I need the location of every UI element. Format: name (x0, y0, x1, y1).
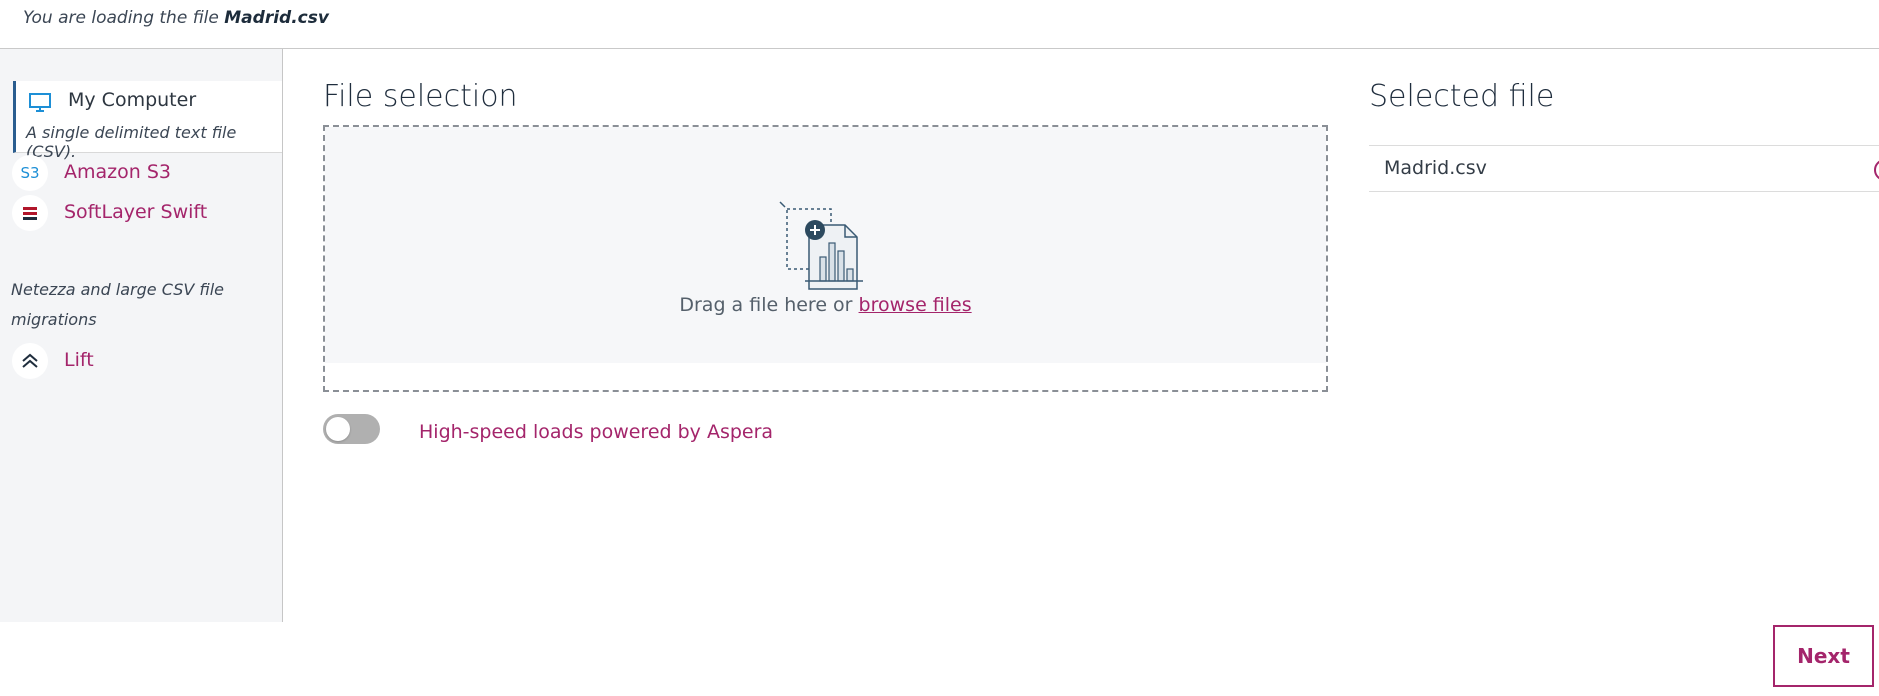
next-button[interactable]: Next (1773, 625, 1874, 687)
migration-note: Netezza and large CSV file migrations (11, 280, 224, 329)
stack-icon (12, 195, 48, 231)
sidebar-item-label: Lift (64, 349, 94, 371)
sidebar-item-label: My Computer (68, 89, 197, 111)
chevron-up-icon (12, 343, 48, 379)
sidebar-item-label: Amazon S3 (64, 161, 171, 183)
file-drop-zone[interactable]: Drag a file here or browse files (323, 125, 1328, 392)
browse-files-link[interactable]: browse files (859, 294, 972, 316)
s3-icon: S3 (12, 155, 48, 191)
sidebar-item-amazon-s3[interactable]: S3 Amazon S3 (12, 155, 272, 191)
s3-icon-text: S3 (20, 164, 40, 182)
drop-text: Drag a file here or (679, 294, 853, 316)
drop-zone-inner: Drag a file here or browse files (325, 127, 1326, 363)
sidebar-item-lift[interactable]: Lift (12, 343, 272, 379)
sidebar-item-softlayer-swift[interactable]: SoftLayer Swift (12, 195, 272, 231)
drop-instructions: Drag a file here or browse files (325, 294, 1326, 316)
selected-file-title: Selected file (1369, 79, 1555, 114)
source-sidebar: My Computer A single delimited text file… (0, 49, 283, 622)
loading-message: You are loading the file Madrid.csv (23, 8, 329, 28)
sidebar-item-label: SoftLayer Swift (64, 201, 208, 223)
monitor-icon (22, 85, 58, 121)
sidebar-item-my-computer[interactable]: My Computer A single delimited text file… (13, 81, 282, 161)
toggle-knob (326, 417, 350, 441)
selected-file-name: Madrid.csv (1384, 157, 1487, 179)
selected-file-row: Madrid.csv (1369, 145, 1879, 192)
loading-message-prefix: You are loading the file (23, 8, 219, 28)
aspera-toggle-label[interactable]: High-speed loads powered by Aspera (419, 421, 773, 443)
aspera-toggle[interactable] (323, 414, 380, 444)
remove-file-icon[interactable] (1874, 159, 1879, 181)
loading-file-name: Madrid.csv (224, 8, 329, 28)
file-upload-icon (777, 199, 877, 303)
top-bar: You are loading the file Madrid.csv (0, 0, 1879, 49)
file-selection-title: File selection (323, 79, 518, 114)
